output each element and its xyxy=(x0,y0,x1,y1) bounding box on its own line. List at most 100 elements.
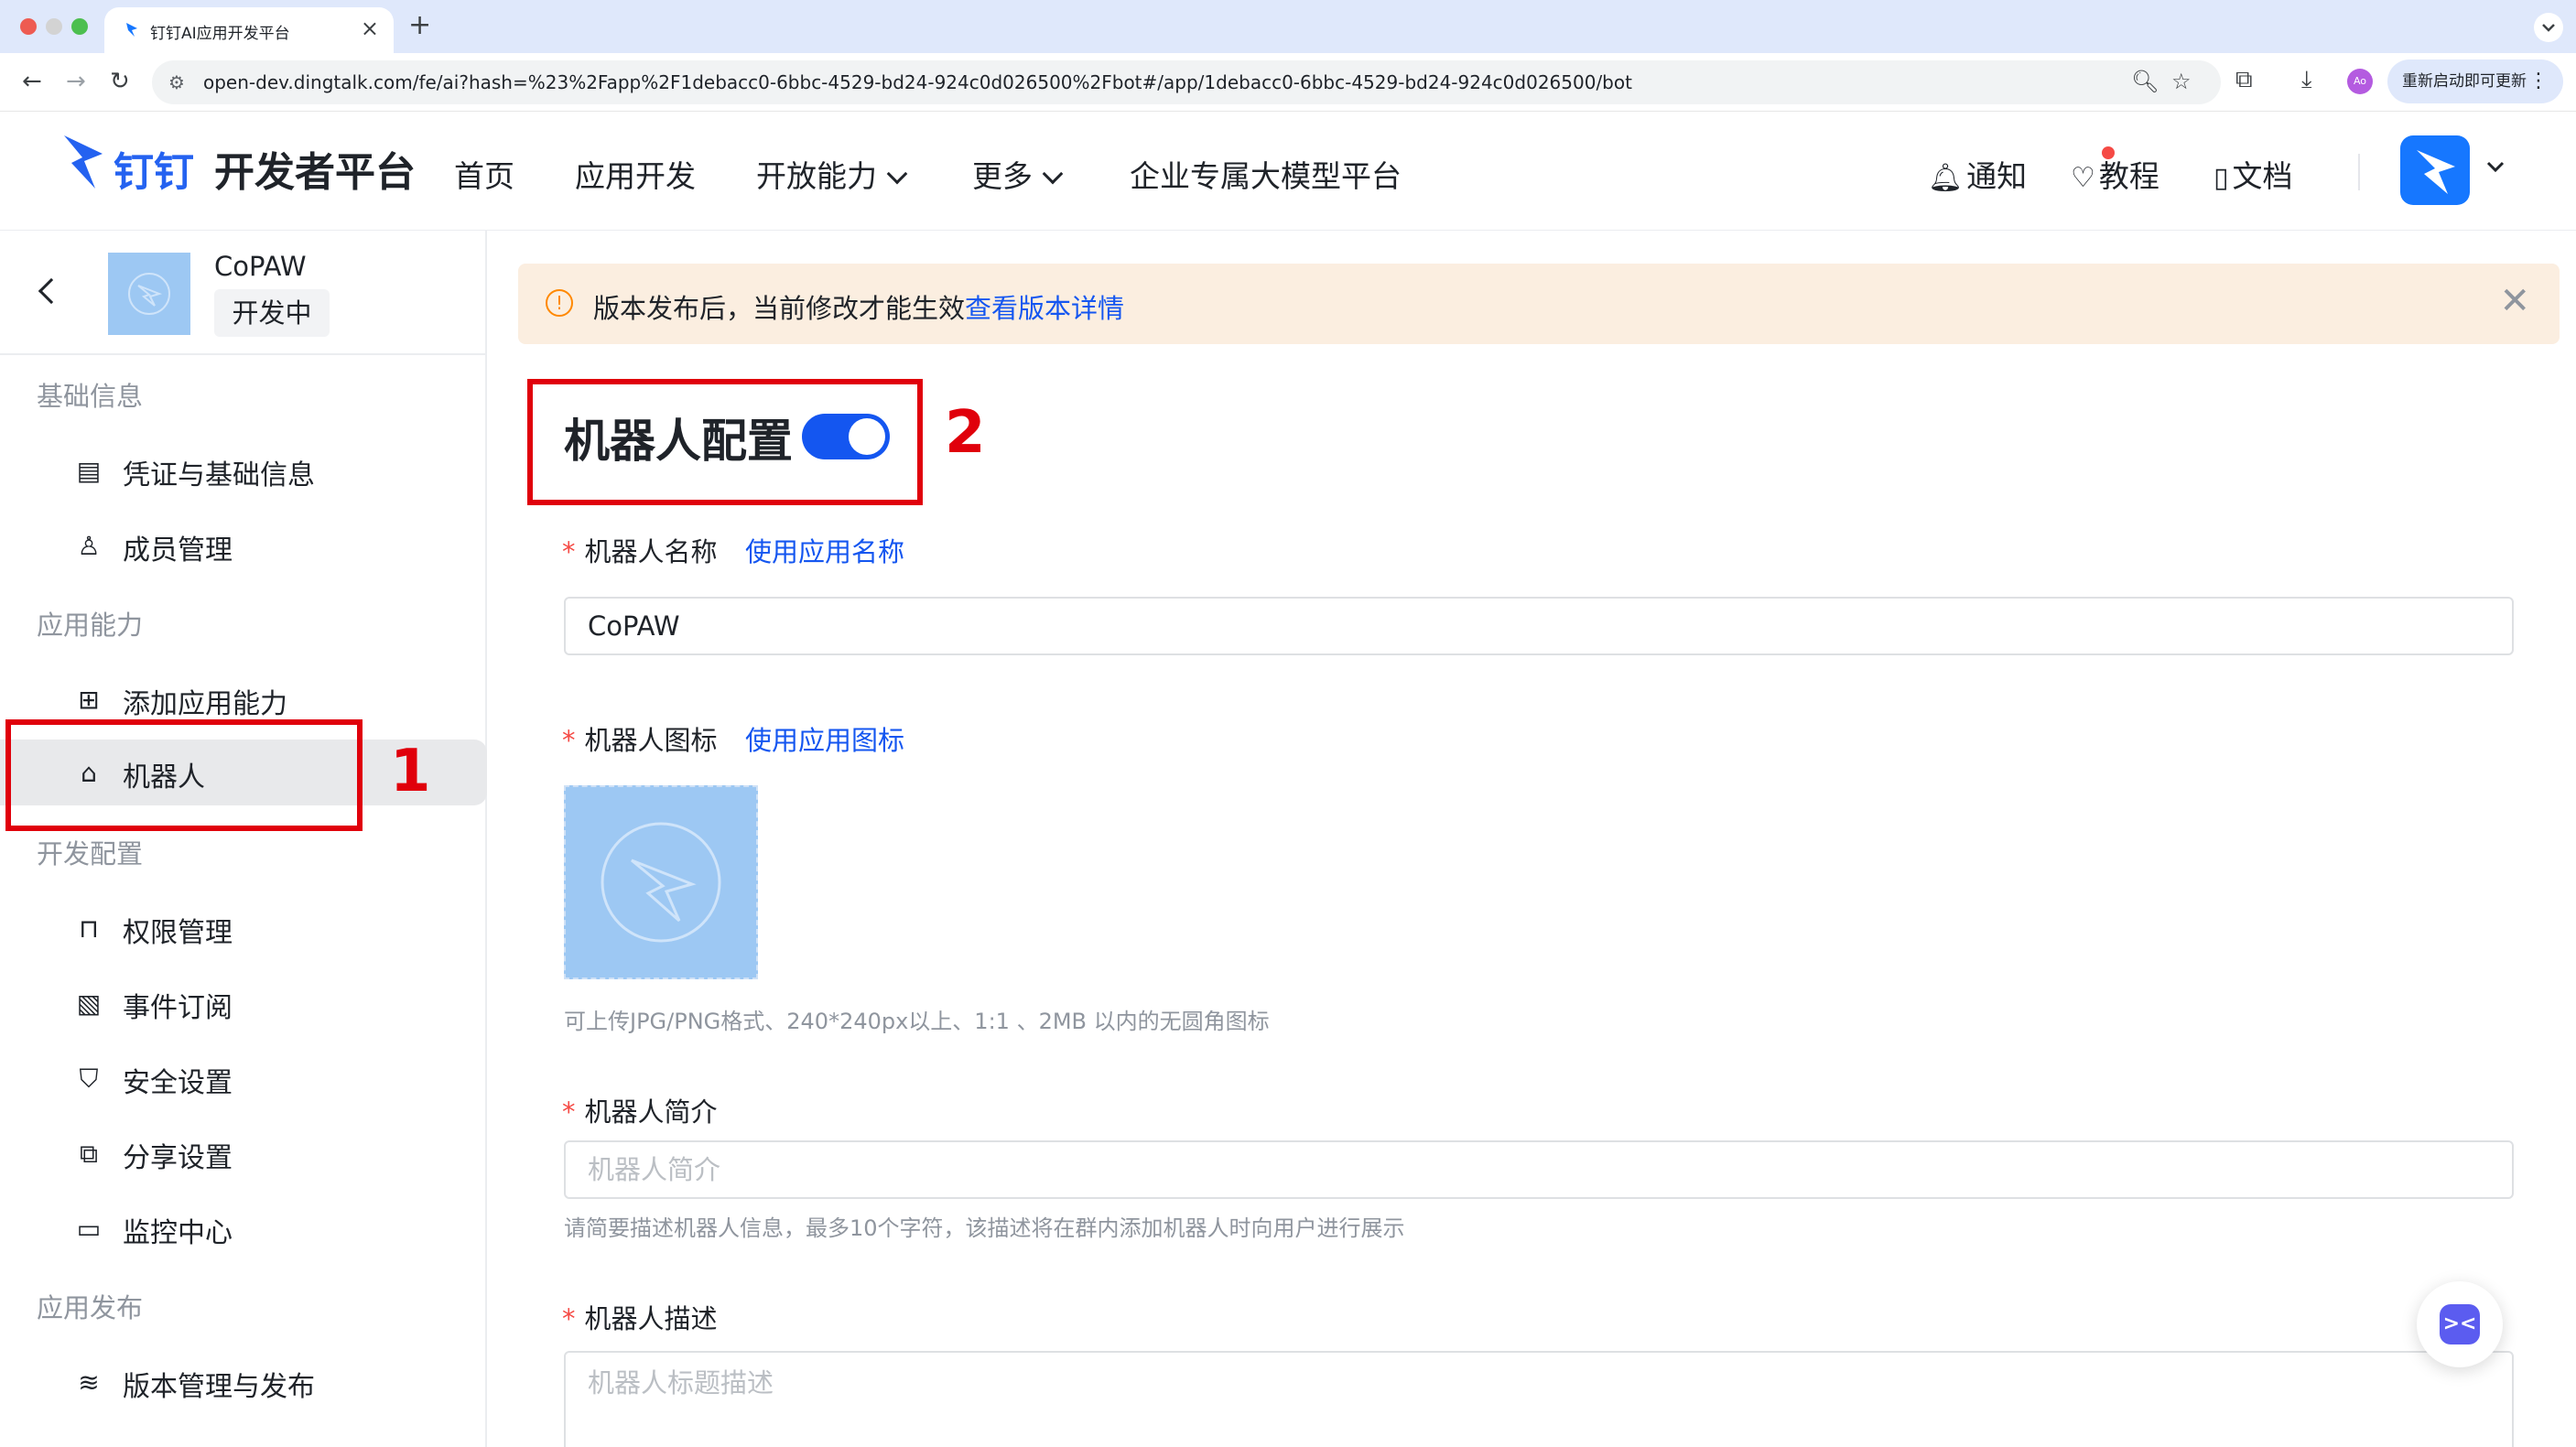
bot-name-label: * 机器人名称 xyxy=(562,536,718,567)
window-maximize-button[interactable] xyxy=(71,18,88,35)
nav-open-capability[interactable]: 开放能力 xyxy=(756,152,908,196)
docs-link[interactable]: ▯ 文档 xyxy=(2213,152,2293,196)
logo-brand[interactable]: 钉钉 xyxy=(114,139,194,198)
dingtalk-white-logo-icon xyxy=(2417,150,2455,194)
nav-enterprise-llm[interactable]: 企业专属大模型平台 xyxy=(1130,152,1402,196)
bot-intro-label: * 机器人简介 xyxy=(562,1096,718,1128)
nav-more-label: 更多 xyxy=(972,158,1033,194)
dingtalk-favicon-icon xyxy=(126,23,137,37)
forward-arrow-icon[interactable]: → xyxy=(66,68,86,95)
annotation-box-1 xyxy=(5,719,363,831)
window-close-button[interactable] xyxy=(20,18,37,35)
sidebar-item-credentials[interactable]: ▤ 凭证与基础信息 xyxy=(0,437,487,503)
banner-message: 版本发布后，当前修改才能生效 xyxy=(593,293,966,324)
use-app-icon-link[interactable]: 使用应用图标 xyxy=(745,719,904,758)
icon-upload-hint: 可上传JPG/PNG格式、240*240px以上、1:1 、2MB 以内的无圆角… xyxy=(564,1009,1270,1034)
sidebar-item-share[interactable]: ⧉ 分享设置 xyxy=(0,1120,487,1186)
back-arrow-icon[interactable]: ← xyxy=(22,68,42,95)
docs-label: 文档 xyxy=(2232,158,2293,194)
annotation-number-1: 1 xyxy=(390,738,431,805)
url-omnibox[interactable]: ⚙ open-dev.dingtalk.com/fe/ai?hash=%23%2… xyxy=(152,60,2221,104)
grid-add-icon: ⊞ xyxy=(78,685,100,715)
dingtalk-placeholder-icon xyxy=(601,822,721,943)
sidebar-item-versions[interactable]: ≋ 版本管理与发布 xyxy=(0,1349,487,1415)
app-placeholder-icon xyxy=(128,273,170,315)
chevron-down-icon xyxy=(1042,163,1064,185)
close-icon[interactable]: ✕ xyxy=(2499,280,2530,322)
window-minimize-button[interactable] xyxy=(46,18,62,35)
sidebar-item-members[interactable]: ♙ 成员管理 xyxy=(0,513,487,578)
back-chevron-icon[interactable] xyxy=(38,277,65,305)
bot-icon-upload[interactable] xyxy=(564,785,758,979)
app-status-badge: 开发中 xyxy=(214,289,330,337)
monitor-chart-icon: ▭ xyxy=(76,1214,102,1244)
site-settings-icon[interactable]: ⚙ xyxy=(168,71,185,93)
browser-tab[interactable]: 钉钉AI应用开发平台 × xyxy=(104,7,394,53)
sidebar-item-label: 权限管理 xyxy=(123,917,233,949)
sidebar-item-monitor[interactable]: ▭ 监控中心 xyxy=(0,1195,487,1261)
annotation-number-2: 2 xyxy=(945,399,986,467)
bot-intro-input[interactable]: 机器人简介 xyxy=(564,1140,2514,1199)
sidebar-item-events[interactable]: ▧ 事件订阅 xyxy=(0,970,487,1036)
notify-link[interactable]: 🔔︎ 通知 xyxy=(1928,152,2027,196)
layers-icon: ≋ xyxy=(78,1367,100,1398)
bookmark-star-icon[interactable]: ☆ xyxy=(2171,69,2192,94)
more-menu-icon[interactable]: ⋮ xyxy=(2528,59,2549,103)
sidebar-item-label: 凭证与基础信息 xyxy=(123,459,315,491)
book-icon: ▯ xyxy=(2213,162,2229,194)
intro-hint: 请简要描述机器人信息，最多10个字符，该描述将在群内添加机器人时向用户进行展示 xyxy=(564,1215,1405,1241)
sidebar-item-label: 事件订阅 xyxy=(123,992,233,1024)
sidebar: CoPAW 开发中 基础信息 ▤ 凭证与基础信息 ♙ 成员管理 应用能力 ⊞ 添… xyxy=(0,231,487,1447)
sidebar-item-label: 版本管理与发布 xyxy=(123,1371,315,1403)
sidebar-item-label: 成员管理 xyxy=(123,535,233,567)
certificate-icon: ▤ xyxy=(76,456,102,486)
bell-icon: 🔔︎ xyxy=(1928,162,1964,194)
logo-subtitle[interactable]: 开发者平台 xyxy=(214,139,416,198)
info-icon: ! xyxy=(546,289,573,317)
use-app-name-link[interactable]: 使用应用名称 xyxy=(745,531,904,569)
relaunch-update-button[interactable]: 重新启动即可更新 ⋮ xyxy=(2387,59,2563,103)
tutorial-label: 教程 xyxy=(2098,158,2159,194)
app-header: 钉钉 开发者平台 首页 应用开发 开放能力 更多 企业专属大模型平台 🔔︎ 通知 … xyxy=(0,112,2576,231)
new-tab-icon[interactable]: + xyxy=(408,9,431,41)
tutorial-link[interactable]: ♡ 教程 xyxy=(2071,152,2159,196)
lock-icon: ⊓ xyxy=(79,913,99,944)
sidebar-item-label: 分享设置 xyxy=(123,1142,233,1174)
group-app-capability: 应用能力 xyxy=(37,610,144,641)
bot-name-input[interactable]: CoPAW xyxy=(564,597,2514,655)
dingtalk-logo-icon[interactable] xyxy=(59,132,110,196)
view-version-link[interactable]: 查看版本详情 xyxy=(965,293,1124,324)
url-text[interactable]: open-dev.dingtalk.com/fe/ai?hash=%23%2Fa… xyxy=(203,71,1632,93)
sidebar-item-label: 安全设置 xyxy=(123,1067,233,1099)
header-divider xyxy=(2358,154,2360,190)
group-basic-info: 基础信息 xyxy=(37,381,144,412)
shield-icon: ⛉ xyxy=(79,1064,99,1094)
assistant-float-button[interactable]: >< xyxy=(2417,1281,2503,1367)
app-name: CoPAW xyxy=(214,251,307,282)
reload-icon[interactable]: ↻ xyxy=(110,68,130,95)
nav-home[interactable]: 首页 xyxy=(454,152,514,196)
version-notice-banner: ! 版本发布后，当前修改才能生效查看版本详情 ✕ xyxy=(518,264,2560,344)
group-dev-config: 开发配置 xyxy=(37,838,144,869)
notify-label: 通知 xyxy=(1966,158,2028,194)
chevron-down-icon[interactable] xyxy=(2484,156,2506,178)
extensions-icon[interactable]: ⧉ xyxy=(2235,66,2253,94)
annotation-box-2 xyxy=(527,379,923,505)
group-app-publish: 应用发布 xyxy=(37,1292,144,1323)
tab-search-chevron-icon[interactable] xyxy=(2534,13,2563,42)
address-bar: ← → ↻ ⚙ open-dev.dingtalk.com/fe/ai?hash… xyxy=(0,53,2576,112)
sidebar-item-label: 添加应用能力 xyxy=(123,688,287,720)
zoom-icon[interactable]: 🔍︎ xyxy=(2131,69,2159,94)
relaunch-label: 重新启动即可更新 xyxy=(2402,72,2527,91)
nav-more[interactable]: 更多 xyxy=(972,152,1064,196)
assistant-icon: >< xyxy=(2440,1304,2480,1344)
tab-close-icon[interactable]: × xyxy=(361,16,379,41)
downloads-icon[interactable]: ⤓ xyxy=(2301,66,2312,94)
bot-desc-textarea[interactable]: 机器人标题描述 xyxy=(564,1351,2514,1447)
app-thumbnail xyxy=(108,253,190,335)
profile-avatar[interactable]: Ao xyxy=(2347,69,2373,94)
sidebar-item-security[interactable]: ⛉ 安全设置 xyxy=(0,1045,487,1111)
nav-app-dev[interactable]: 应用开发 xyxy=(575,152,696,196)
sidebar-item-permissions[interactable]: ⊓ 权限管理 xyxy=(0,895,487,961)
org-avatar[interactable] xyxy=(2400,135,2470,205)
